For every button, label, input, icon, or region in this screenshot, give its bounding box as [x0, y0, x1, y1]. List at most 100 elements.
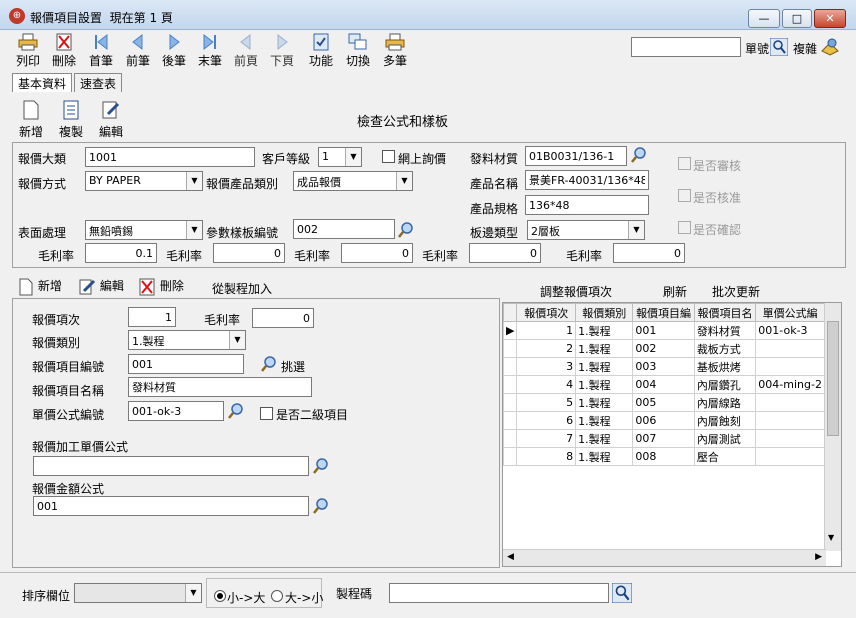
tab-basic-info[interactable]: 基本資料 — [12, 73, 73, 92]
scroll-right-icon[interactable]: ▶ — [815, 552, 822, 562]
approve-checkbox[interactable] — [678, 189, 691, 202]
close-button[interactable]: ✕ — [814, 9, 846, 28]
customer-level-label: 客戶等級 — [262, 152, 311, 166]
product-category-select[interactable]: 成品報價 ▼ — [293, 171, 413, 191]
seq-input[interactable] — [128, 307, 176, 327]
pick-button[interactable]: 挑選 — [281, 358, 305, 375]
desc-radio[interactable] — [271, 590, 283, 602]
asc-label: 小->大 — [227, 591, 266, 605]
material-input[interactable] — [525, 146, 627, 166]
quote-method-select[interactable]: BY PAPER ▼ — [85, 171, 203, 191]
function-button[interactable]: 功能 — [301, 33, 341, 69]
amount-formula-search-icon[interactable] — [312, 497, 330, 515]
param-template-search-icon[interactable] — [397, 221, 415, 239]
table-row[interactable]: 7 1.製程 007 內層測試 — [503, 429, 841, 448]
maximize-button[interactable]: □ — [782, 9, 812, 28]
table-row[interactable]: 3 1.製程 003 基板烘烤 — [503, 357, 841, 376]
prev-record-icon — [132, 33, 143, 51]
margin-input-5[interactable] — [613, 243, 685, 263]
margin-input-4[interactable] — [469, 243, 541, 263]
scroll-down-icon[interactable]: ▼ — [828, 533, 834, 542]
product-name-input[interactable] — [525, 170, 649, 190]
cell: 007 — [632, 429, 695, 448]
copy-icon[interactable] — [820, 37, 840, 57]
scrollbar-thumb[interactable] — [827, 321, 839, 436]
table-row[interactable]: 6 1.製程 006 內層蝕刻 — [503, 411, 841, 430]
price-formula-search-icon[interactable] — [227, 402, 245, 420]
amount-formula-input[interactable] — [33, 496, 309, 516]
print-button[interactable]: 列印 — [8, 33, 48, 69]
order-no-input[interactable] — [631, 37, 741, 57]
process-code-search-icon[interactable] — [612, 583, 632, 603]
next-record-button[interactable]: 後筆 — [154, 33, 194, 69]
col-seq[interactable]: 報價項次 — [516, 303, 577, 322]
sort-select[interactable]: ▼ — [74, 583, 202, 603]
batch-update-button[interactable]: 批次更新 — [712, 283, 760, 300]
delete-toolbar-button[interactable]: 刪除 — [44, 33, 84, 69]
process-code-input[interactable] — [389, 583, 609, 603]
col-item-no[interactable]: 報價項目編 — [632, 303, 695, 322]
template-new-button[interactable]: 新增 — [16, 100, 46, 140]
table-row[interactable]: 2 1.製程 002 裁板方式 — [503, 339, 841, 358]
quote-items-grid[interactable]: 報價項次 報價類別 報價項目編 報價項目名 單價公式編 訂 ▶11.製程001發… — [502, 302, 842, 567]
template-edit-button[interactable]: 編輯 — [96, 100, 126, 140]
cell: 002 — [632, 339, 695, 358]
quote-class-input[interactable] — [85, 147, 255, 167]
template-copy-button[interactable]: 複製 — [56, 100, 86, 140]
online-quote-checkbox[interactable] — [382, 150, 395, 163]
pick-search-icon[interactable] — [260, 355, 278, 373]
item-new-button[interactable]: 新增 — [18, 277, 62, 296]
tab-quick-lookup[interactable]: 速查表 — [74, 73, 123, 92]
param-template-input[interactable] — [293, 219, 395, 239]
table-row[interactable]: 5 1.製程 005 內層線路 — [503, 393, 841, 412]
table-row[interactable]: 8 1.製程 008 壓合 — [503, 447, 841, 466]
col-item-name[interactable]: 報價項目名 — [693, 303, 757, 322]
scroll-left-icon[interactable]: ◀ — [507, 552, 514, 562]
col-category[interactable]: 報價類別 — [575, 303, 634, 322]
table-row[interactable]: ▶11.製程001發料材質001-ok-3訂 — [503, 321, 841, 340]
item-delete-button[interactable]: 刪除 — [138, 277, 184, 296]
seq-label: 報價項次 — [32, 313, 81, 327]
prev-page-button[interactable]: 前頁 — [226, 33, 266, 69]
material-search-icon[interactable] — [630, 146, 648, 164]
confirm-label: 是否確認 — [693, 223, 742, 237]
minimize-button[interactable]: — — [748, 9, 780, 28]
second-level-checkbox[interactable] — [260, 407, 273, 420]
first-record-button[interactable]: 首筆 — [81, 33, 121, 69]
process-price-formula-input[interactable] — [33, 456, 309, 476]
board-type-select[interactable]: 2層板 ▼ — [527, 220, 645, 240]
cell — [755, 429, 825, 448]
next-page-button[interactable]: 下頁 — [262, 33, 302, 69]
confirm-checkbox[interactable] — [678, 221, 691, 234]
item-no-input[interactable] — [128, 354, 244, 374]
prev-page-icon — [240, 33, 251, 51]
price-formula-input[interactable] — [128, 401, 224, 421]
first-record-label: 首筆 — [88, 54, 113, 68]
surface-select[interactable]: 無鉛噴錫 ▼ — [85, 220, 203, 240]
process-formula-search-icon[interactable] — [312, 457, 330, 475]
margin-input-3[interactable] — [341, 243, 413, 263]
refresh-button[interactable]: 刷新 — [663, 283, 687, 300]
customer-level-select[interactable]: 1 ▼ — [318, 147, 362, 167]
col-price-formula[interactable]: 單價公式編 — [755, 303, 825, 322]
audit-checkbox[interactable] — [678, 157, 691, 170]
category-select[interactable]: 1.製程 ▼ — [128, 330, 246, 350]
item-name-input[interactable] — [128, 377, 312, 397]
adjust-seq-button[interactable]: 調整報價項次 — [540, 283, 612, 300]
product-spec-input[interactable] — [525, 195, 649, 215]
search-icon[interactable] — [770, 38, 788, 56]
vertical-scrollbar[interactable]: ▼ — [824, 303, 841, 551]
from-process-button[interactable]: 從製程加入 — [212, 280, 272, 297]
switch-button[interactable]: 切換 — [338, 33, 378, 69]
table-row[interactable]: 41.製程004內層鑽孔004-ming-2訂 — [503, 375, 841, 394]
margin-input-2[interactable] — [213, 243, 285, 263]
horizontal-scrollbar[interactable]: ◀ ▶ — [503, 549, 826, 566]
asc-radio[interactable] — [214, 590, 226, 602]
last-record-button[interactable]: 末筆 — [190, 33, 230, 69]
item-edit-button[interactable]: 編輯 — [78, 277, 124, 296]
multi-record-button[interactable]: 多筆 — [375, 33, 415, 69]
prev-record-button[interactable]: 前筆 — [118, 33, 158, 69]
chevron-down-icon: ▼ — [628, 221, 644, 239]
detail-margin-input[interactable] — [252, 308, 314, 328]
margin-input-1[interactable] — [85, 243, 157, 263]
